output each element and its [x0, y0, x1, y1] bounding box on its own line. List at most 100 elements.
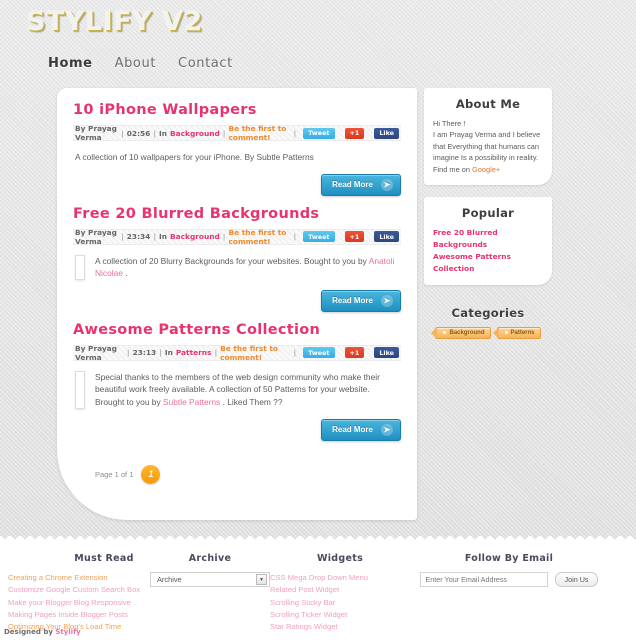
tweet-button[interactable]: Tweet	[303, 127, 335, 139]
about-greeting: Hi There !	[433, 119, 466, 128]
footer-column-follow: Follow By Email Join Us	[394, 553, 624, 587]
category-tag-patterns[interactable]: Patterns	[492, 326, 541, 339]
read-more-button[interactable]: Read More ➤	[321, 289, 401, 312]
post-comment-link[interactable]: Be the first to comment!	[220, 344, 290, 362]
post-text: Special thanks to the members of the web…	[95, 371, 399, 409]
widget-popular: Popular Free 20 Blurred Backgrounds Awes…	[424, 197, 552, 285]
category-tag-list: Background Patterns	[424, 326, 552, 339]
read-more-label: Read More	[332, 296, 373, 306]
read-more-row: Read More ➤	[73, 280, 401, 318]
main-navigation: Home About Contact	[48, 56, 233, 71]
post-category[interactable]: Background	[170, 129, 220, 138]
pagination-label: Page 1 of 1	[95, 469, 134, 479]
category-tag-background[interactable]: Background	[431, 326, 491, 339]
read-more-button[interactable]: Read More ➤	[321, 173, 401, 196]
credit-prefix: Designed by	[4, 628, 56, 636]
footer-column-archive: Archive Archive ▼	[140, 553, 280, 587]
popular-item[interactable]: Awesome Patterns Collection	[433, 251, 543, 275]
widget-categories: Categories Background Patterns	[424, 297, 552, 349]
footer-column-title: Archive	[188, 553, 232, 564]
join-us-button[interactable]: Join Us	[554, 572, 599, 587]
tweet-button[interactable]: Tweet	[303, 231, 335, 243]
post-body: A collection of 10 wallpapers for your i…	[73, 141, 401, 164]
post-category[interactable]: Background	[170, 232, 220, 241]
footer-column-widgets: Widgets CSS Mega Drop Down Menu Related …	[270, 553, 410, 633]
read-more-label: Read More	[332, 425, 373, 435]
meta-separator: |	[153, 128, 157, 138]
facebook-like-button[interactable]: Like	[374, 231, 399, 243]
post-category[interactable]: Patterns	[176, 348, 212, 357]
widget-link[interactable]: Scrolling Sticky Bar	[270, 597, 410, 609]
meta-separator: |	[222, 232, 226, 242]
pagination-page-1[interactable]: 1	[141, 464, 161, 484]
meta-separator: |	[214, 348, 218, 358]
post-title[interactable]: Free 20 Blurred Backgrounds	[73, 206, 401, 222]
post-list: 10 iPhone Wallpapers By Prayag Verma | 0…	[57, 88, 417, 520]
post-meta: By Prayag Verma | 23:34 | In Background …	[73, 227, 401, 246]
post-author: By Prayag Verma	[75, 227, 117, 246]
meta-separator: |	[222, 128, 226, 138]
widget-link[interactable]: CSS Mega Drop Down Menu	[270, 572, 410, 584]
tag-label: Background	[449, 329, 485, 336]
post-comment-link[interactable]: Be the first to comment!	[228, 228, 290, 246]
footer-column-must-read: Must Read Creating a Chrome Extension Cu…	[8, 553, 158, 633]
post-comment-link[interactable]: Be the first to comment!	[228, 124, 290, 142]
site-header: STYLIFY V2 Home About Contact	[0, 0, 636, 88]
chevron-down-icon[interactable]: ▼	[256, 574, 267, 585]
google-plus-one-button[interactable]: +1	[344, 127, 365, 139]
post-item: 10 iPhone Wallpapers By Prayag Verma | 0…	[73, 102, 401, 202]
post-author: By Prayag Verma	[75, 343, 117, 362]
post-body: Special thanks to the members of the web…	[73, 361, 401, 409]
arrow-right-icon: ➤	[381, 294, 393, 307]
archive-select[interactable]: Archive ▼	[150, 572, 270, 587]
post-text-before: A collection of 10 wallpapers for your i…	[75, 152, 314, 162]
page-root: STYLIFY V2 Home About Contact 10 iPhone …	[0, 0, 636, 640]
google-plus-link[interactable]: Google+	[472, 165, 500, 174]
sidebar: About Me Hi There ! I am Prayag Verma an…	[424, 88, 552, 361]
footer-credit: Designed by Stylify	[4, 628, 81, 636]
footer-column-title: Follow By Email	[464, 553, 554, 564]
credit-link[interactable]: Stylify	[55, 628, 80, 636]
facebook-like-button[interactable]: Like	[374, 347, 399, 359]
post-author: By Prayag Verma	[75, 124, 117, 142]
post-thumbnail[interactable]	[75, 254, 85, 280]
facebook-like-button[interactable]: Like	[374, 127, 399, 139]
nav-item-about[interactable]: About	[115, 56, 156, 71]
post-in-label: In	[164, 348, 173, 358]
must-read-link[interactable]: Customize Google Custom Search Box	[8, 584, 158, 596]
must-read-link[interactable]: Creating a Chrome Extension	[8, 572, 158, 584]
post-text-after: .	[122, 268, 128, 279]
post-credit-link[interactable]: Subtle Patterns	[163, 397, 220, 407]
post-thumbnail[interactable]	[75, 370, 85, 409]
read-more-button[interactable]: Read More ➤	[321, 418, 401, 441]
site-logo[interactable]: STYLIFY V2	[26, 6, 203, 37]
tweet-button[interactable]: Tweet	[303, 347, 335, 359]
post-text: A collection of 10 wallpapers for your i…	[75, 151, 314, 164]
post-item: Free 20 Blurred Backgrounds By Prayag Ve…	[73, 206, 401, 318]
google-plus-one-button[interactable]: +1	[344, 231, 365, 243]
post-time: 02:56	[126, 128, 151, 138]
email-input[interactable]	[419, 572, 548, 587]
tag-hole-icon	[504, 331, 508, 335]
pagination: Page 1 of 1 1	[73, 451, 401, 484]
post-in-label: In	[159, 128, 168, 138]
widget-link[interactable]: Scrolling Ticker Widget	[270, 609, 410, 621]
must-read-link[interactable]: Make your Blogger Blog Responsive	[8, 597, 158, 609]
must-read-link[interactable]: Making Pages Inside Blogger Posts	[8, 609, 158, 621]
google-plus-one-button[interactable]: +1	[344, 347, 365, 359]
widget-link[interactable]: Related Post Widget	[270, 584, 410, 596]
meta-separator: |	[293, 128, 297, 138]
post-text: A collection of 20 Blurry Backgrounds fo…	[95, 255, 399, 280]
widget-link[interactable]: Star Ratings Widget	[270, 621, 410, 633]
post-title[interactable]: 10 iPhone Wallpapers	[73, 102, 401, 118]
nav-item-contact[interactable]: Contact	[178, 56, 233, 71]
meta-separator: |	[159, 348, 162, 358]
read-more-row: Read More ➤	[73, 409, 401, 447]
footer-column-title: Widgets	[316, 553, 364, 564]
post-meta: By Prayag Verma | 02:56 | In Background …	[73, 124, 401, 142]
about-text: Hi There ! I am Prayag Verma and I belie…	[433, 118, 543, 175]
popular-item[interactable]: Free 20 Blurred Backgrounds	[433, 227, 543, 251]
nav-item-home[interactable]: Home	[48, 56, 93, 71]
post-meta: By Prayag Verma | 23:13 | In Patterns | …	[73, 343, 401, 362]
post-title[interactable]: Awesome Patterns Collection	[73, 322, 401, 338]
